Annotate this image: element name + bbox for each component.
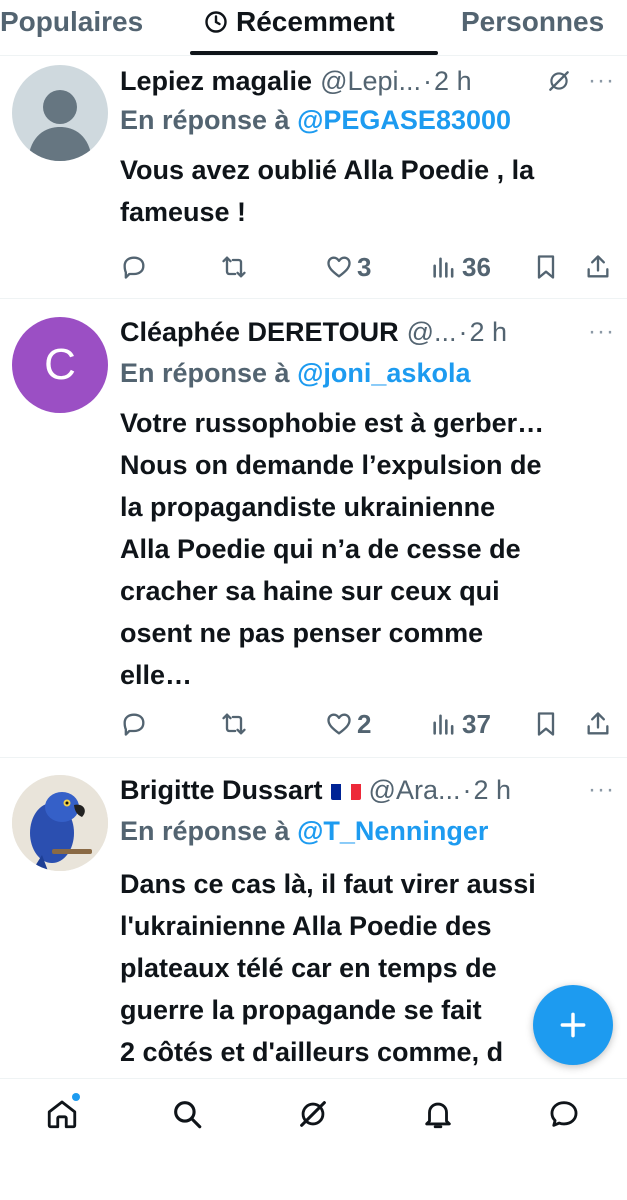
timestamp[interactable]: 2 h <box>473 775 511 806</box>
reply-context: En réponse à @joni_askola <box>120 358 470 389</box>
reply-mention[interactable]: @T_Nenninger <box>297 816 488 846</box>
bookmark-button[interactable] <box>532 710 560 738</box>
more-options-icon[interactable]: ··· <box>588 67 615 95</box>
tab-recemment[interactable]: Récemment <box>204 6 395 38</box>
retweet-button[interactable] <box>220 253 248 281</box>
author-handle[interactable]: @Ara... <box>369 775 461 806</box>
tweet[interactable]: Lepiez magalie @Lepi... · 2 h ··· En rép… <box>0 57 627 299</box>
notifications-icon[interactable] <box>421 1097 455 1131</box>
bookmark-icon <box>537 255 555 279</box>
tweet-header: Brigitte Dussart @Ara... · 2 h ··· <box>120 772 615 808</box>
author-name[interactable]: Cléaphée DERETOUR <box>120 317 399 348</box>
views-count: 36 <box>462 251 491 282</box>
retweet-icon <box>222 256 246 278</box>
tweet-header: Lepiez magalie @Lepi... · 2 h ··· <box>120 63 615 99</box>
bookmark-button[interactable] <box>532 253 560 281</box>
tab-personnes[interactable]: Personnes <box>461 6 604 38</box>
reply-context: En réponse à @T_Nenninger <box>120 816 488 847</box>
tweet-text: Vous avez oublié Alla Poedie , la fameus… <box>120 155 535 227</box>
tab-recemment-label: Récemment <box>236 6 395 37</box>
tweet-header: Cléaphée DERETOUR @... · 2 h ··· <box>120 314 615 350</box>
timestamp[interactable]: 2 h <box>434 66 472 97</box>
timestamp[interactable]: 2 h <box>470 317 508 348</box>
heart-icon <box>327 713 351 735</box>
heart-icon <box>327 256 351 278</box>
tweet-text: Votre russophobie est à gerber… Nous on … <box>120 408 545 690</box>
like-button[interactable]: 2 <box>325 709 371 740</box>
avatar[interactable] <box>12 775 108 871</box>
avatar[interactable]: C <box>12 317 108 413</box>
author-name[interactable]: Lepiez magalie <box>120 66 312 97</box>
reply-icon <box>123 256 145 279</box>
avatar-letter: C <box>44 340 76 389</box>
bookmark-icon <box>537 712 555 736</box>
more-options-icon[interactable]: ··· <box>588 318 615 346</box>
share-button[interactable] <box>584 710 612 738</box>
tab-populaires[interactable]: Populaires <box>0 6 143 38</box>
unread-dot <box>72 1093 80 1101</box>
tweet-actions: 3 36 <box>120 247 615 287</box>
like-count: 3 <box>357 251 372 282</box>
tweet-actions: 2 37 <box>120 704 615 744</box>
default-avatar-icon <box>28 90 92 161</box>
tweet[interactable]: C Cléaphée DERETOUR @... · 2 h ··· En ré… <box>0 300 627 758</box>
clock-icon <box>205 11 227 33</box>
compose-button[interactable] <box>533 985 613 1065</box>
france-flag-icon <box>330 780 361 800</box>
retweet-button[interactable] <box>220 710 248 738</box>
plus-icon <box>560 1012 586 1038</box>
grok-icon[interactable] <box>296 1097 330 1131</box>
like-button[interactable]: 3 <box>325 252 371 283</box>
timeline-tabs: Populaires Récemment Personnes <box>0 0 627 56</box>
grok-icon[interactable] <box>546 68 572 94</box>
reply-prefix: En réponse à <box>120 105 290 135</box>
home-icon[interactable] <box>45 1097 79 1131</box>
reply-prefix: En réponse à <box>120 358 290 388</box>
search-icon[interactable] <box>170 1097 204 1131</box>
share-icon <box>587 712 609 735</box>
author-handle[interactable]: @... <box>407 317 457 348</box>
separator: · <box>423 65 433 96</box>
avatar[interactable] <box>12 65 108 161</box>
views-icon <box>433 257 454 278</box>
more-options-icon[interactable]: ··· <box>588 776 615 804</box>
like-count: 2 <box>357 708 372 739</box>
bottom-navigation <box>0 1078 627 1200</box>
author-handle[interactable]: @Lepi... <box>320 66 421 97</box>
parrot-photo <box>12 775 108 871</box>
reply-mention[interactable]: @joni_askola <box>297 358 470 388</box>
reply-button[interactable] <box>120 710 148 738</box>
views-icon <box>433 714 454 735</box>
views-count: 37 <box>462 708 491 739</box>
share-icon <box>587 255 609 278</box>
messages-icon[interactable] <box>547 1097 581 1131</box>
separator: · <box>462 774 472 805</box>
retweet-icon <box>222 713 246 735</box>
reply-icon <box>123 713 145 736</box>
share-button[interactable] <box>584 253 612 281</box>
views-button[interactable]: 36 <box>430 252 491 283</box>
reply-mention[interactable]: @PEGASE83000 <box>297 105 511 135</box>
active-tab-indicator <box>190 51 438 55</box>
views-button[interactable]: 37 <box>430 709 491 740</box>
separator: · <box>458 316 468 347</box>
reply-prefix: En réponse à <box>120 816 290 846</box>
reply-button[interactable] <box>120 253 148 281</box>
author-name[interactable]: Brigitte Dussart <box>120 775 323 806</box>
reply-context: En réponse à @PEGASE83000 <box>120 105 511 136</box>
